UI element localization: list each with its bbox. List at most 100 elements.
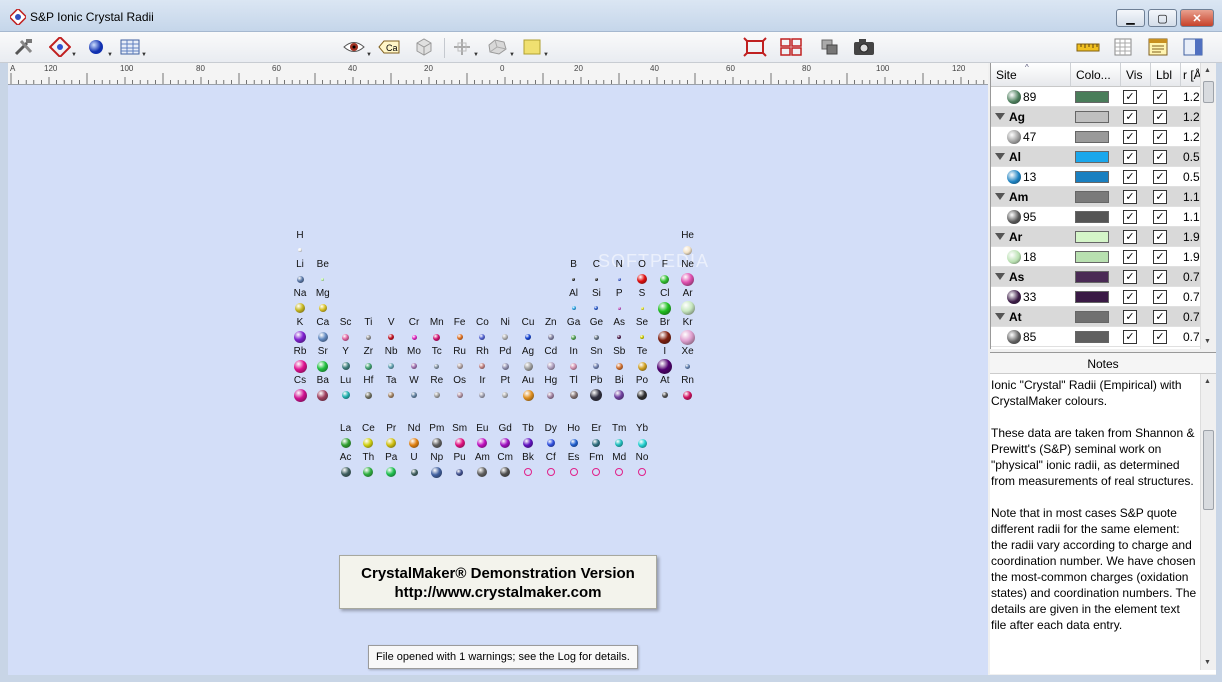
collapse-triangle-icon[interactable] <box>995 113 1005 120</box>
atom-sphere[interactable] <box>683 390 693 400</box>
atom-sphere[interactable] <box>388 363 395 369</box>
copy-image-button[interactable] <box>818 36 842 58</box>
colour-swatch[interactable] <box>1075 191 1109 203</box>
vis-checkbox[interactable]: ✓ <box>1123 190 1137 204</box>
atom-sphere[interactable] <box>546 468 555 476</box>
vis-checkbox[interactable]: ✓ <box>1123 310 1137 324</box>
atom-sphere[interactable] <box>615 439 624 447</box>
notes-scrollbar[interactable]: ▲ ▼ <box>1200 374 1216 670</box>
atom-sphere[interactable] <box>477 438 488 448</box>
colour-column-header[interactable]: Colo... <box>1071 63 1121 87</box>
split-view-button[interactable] <box>779 36 803 58</box>
atom-sphere[interactable] <box>572 277 576 281</box>
atom-sphere[interactable] <box>502 334 509 340</box>
notes-panel-button[interactable] <box>1146 36 1170 58</box>
atom-sphere[interactable] <box>318 304 327 312</box>
lbl-checkbox[interactable]: ✓ <box>1153 310 1167 324</box>
notes-panel[interactable]: Ionic "Crystal" Radii (Empirical) with C… <box>990 374 1216 674</box>
lbl-checkbox[interactable]: ✓ <box>1153 230 1167 244</box>
colour-swatch[interactable] <box>1075 251 1109 263</box>
atom-sphere[interactable] <box>317 360 329 372</box>
atom-sphere[interactable] <box>570 362 578 370</box>
atom-sphere[interactable] <box>593 363 600 369</box>
maximize-button[interactable]: ▢ <box>1148 9 1177 27</box>
scroll-down-icon[interactable]: ▼ <box>1204 659 1211 666</box>
atom-sphere[interactable] <box>680 329 696 345</box>
scrollbar-thumb[interactable] <box>1203 81 1214 103</box>
site-group-row[interactable]: As ✓ ✓ 0.7 <box>991 267 1201 287</box>
polyhedra-dropdown-icon[interactable]: ▼ <box>509 52 515 58</box>
colour-swatch[interactable] <box>1075 111 1109 123</box>
atom-style-button[interactable] <box>84 36 108 58</box>
atom-sphere[interactable] <box>660 274 670 284</box>
atom-sphere[interactable] <box>433 333 441 341</box>
atom-sphere[interactable] <box>685 363 691 369</box>
site-table-scrollbar[interactable]: ▲ ▼ <box>1200 63 1216 349</box>
atom-sphere[interactable] <box>502 392 509 398</box>
atom-sphere[interactable] <box>680 301 695 315</box>
lbl-checkbox[interactable]: ✓ <box>1153 290 1167 304</box>
radius-column-header[interactable]: r [Å <box>1181 63 1201 87</box>
atom-sphere[interactable] <box>640 306 644 310</box>
atom-sphere[interactable] <box>293 359 307 373</box>
atom-sphere[interactable] <box>479 392 486 398</box>
atom-sphere[interactable] <box>386 438 397 448</box>
site-group-row[interactable]: Am ✓ ✓ 1.1 <box>991 187 1201 207</box>
site-row[interactable]: 95 ✓ ✓ 1.1 <box>991 207 1201 227</box>
atom-sphere[interactable] <box>523 361 533 371</box>
colour-swatch[interactable] <box>1075 231 1109 243</box>
atom-sphere[interactable] <box>479 363 486 369</box>
fit-to-window-button[interactable] <box>743 36 767 58</box>
atom-sphere[interactable] <box>410 468 418 476</box>
atom-sphere[interactable] <box>295 303 305 313</box>
atom-sphere[interactable] <box>456 392 463 398</box>
vis-checkbox[interactable]: ✓ <box>1123 250 1137 264</box>
atom-sphere[interactable] <box>614 390 625 400</box>
atom-sphere[interactable] <box>456 363 463 369</box>
atom-sphere[interactable] <box>546 362 555 370</box>
atom-sphere[interactable] <box>411 363 417 369</box>
atom-sphere[interactable] <box>658 330 672 344</box>
atom-sphere[interactable] <box>431 466 443 478</box>
lbl-column-header[interactable]: Lbl <box>1151 63 1181 87</box>
atom-sphere[interactable] <box>317 389 329 401</box>
label-button[interactable]: Ca <box>377 36 401 58</box>
atom-sphere[interactable] <box>321 277 325 281</box>
notes-text[interactable]: Ionic "Crystal" Radii (Empirical) with C… <box>991 377 1197 649</box>
site-group-row[interactable]: Ar ✓ ✓ 1.9 <box>991 227 1201 247</box>
snapshot-button[interactable] <box>852 36 876 58</box>
atom-sphere[interactable] <box>500 467 511 477</box>
table-view-button[interactable] <box>118 36 142 58</box>
colour-swatch[interactable] <box>1075 331 1109 343</box>
atom-sphere[interactable] <box>592 468 601 476</box>
axes-button[interactable] <box>450 36 474 58</box>
atom-sphere[interactable] <box>525 334 531 340</box>
minimize-button[interactable]: ▁ <box>1116 9 1145 27</box>
site-row[interactable]: 47 ✓ ✓ 1.2 <box>991 127 1201 147</box>
site-group-row[interactable]: At ✓ ✓ 0.7 <box>991 307 1201 327</box>
atom-sphere[interactable] <box>569 439 578 447</box>
atom-sphere[interactable] <box>547 391 555 399</box>
atom-sphere[interactable] <box>592 439 601 447</box>
atom-sphere[interactable] <box>388 334 395 340</box>
atom-sphere[interactable] <box>456 468 464 476</box>
atom-sphere[interactable] <box>638 468 646 476</box>
unit-cell-button[interactable] <box>412 36 436 58</box>
atom-sphere[interactable] <box>363 438 374 448</box>
vis-checkbox[interactable]: ✓ <box>1123 150 1137 164</box>
lbl-checkbox[interactable]: ✓ <box>1153 330 1167 344</box>
atom-sphere[interactable] <box>617 306 621 310</box>
atom-sphere[interactable] <box>454 438 465 448</box>
atom-sphere[interactable] <box>637 390 647 400</box>
atom-sphere[interactable] <box>658 301 672 315</box>
atom-sphere[interactable] <box>501 362 509 370</box>
view-button[interactable] <box>342 36 366 58</box>
lbl-checkbox[interactable]: ✓ <box>1153 270 1167 284</box>
site-row[interactable]: 89 ✓ ✓ 1.2 <box>991 87 1201 107</box>
element-rn[interactable]: Rn <box>676 375 712 411</box>
lbl-checkbox[interactable]: ✓ <box>1153 110 1167 124</box>
colour-swatch[interactable] <box>1075 151 1109 163</box>
atom-sphere[interactable] <box>594 306 599 310</box>
atom-sphere[interactable] <box>617 277 621 281</box>
atom-sphere[interactable] <box>615 362 623 370</box>
